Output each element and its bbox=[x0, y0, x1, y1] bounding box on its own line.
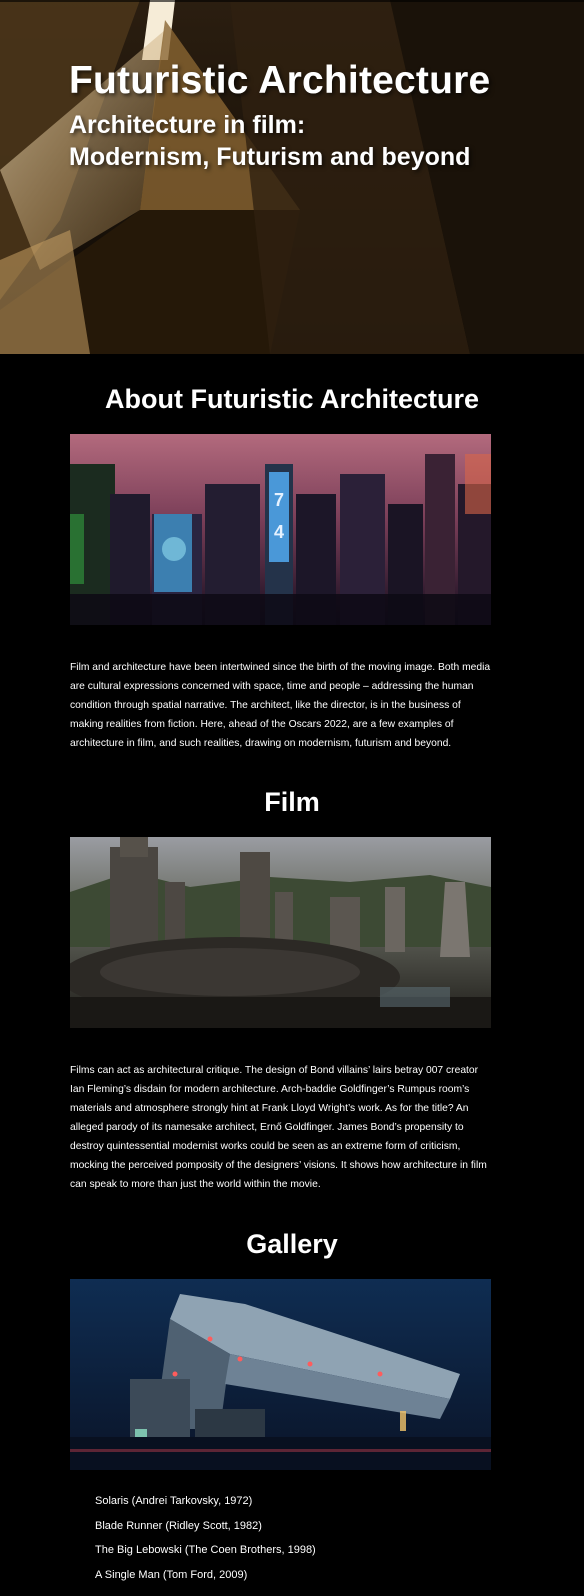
cyberpunk-city-image: 7 4 bbox=[70, 434, 491, 625]
about-heading: About Futuristic Architecture bbox=[104, 384, 480, 414]
hero-subtitle: Architecture in film: Modernism, Futuris… bbox=[69, 109, 470, 173]
hero-title: Futuristic Architecture bbox=[69, 59, 491, 102]
futuristic-landscape-city-image bbox=[70, 837, 491, 1028]
gallery-image bbox=[70, 1279, 491, 1470]
hero-subtitle-line2: Modernism, Futurism and beyond bbox=[69, 143, 471, 171]
gallery-heading: Gallery bbox=[246, 1229, 338, 1259]
about-image: 7 4 bbox=[70, 434, 491, 625]
film-heading: Film bbox=[264, 787, 320, 817]
film-paragraph: Films can act as architectural critique.… bbox=[70, 1065, 487, 1190]
list-item: The Big Lebowski (The Coen Brothers, 199… bbox=[95, 1544, 316, 1556]
hero-subtitle-line1: Architecture in film: bbox=[69, 111, 306, 139]
list-item: Solaris (Andrei Tarkovsky, 1972) bbox=[95, 1495, 253, 1507]
page: Futuristic Architecture Architecture in … bbox=[0, 0, 584, 1596]
night-building-image bbox=[70, 1279, 491, 1470]
hero-background-image bbox=[0, 0, 584, 354]
about-paragraph: Film and architecture have been intertwi… bbox=[70, 662, 491, 749]
gallery-film-list: Solaris (Andrei Tarkovsky, 1972) Blade R… bbox=[95, 1494, 316, 1592]
svg-text:7: 7 bbox=[274, 490, 284, 510]
hero-banner: Futuristic Architecture Architecture in … bbox=[0, 0, 584, 354]
list-item: Blade Runner (Ridley Scott, 1982) bbox=[95, 1519, 262, 1532]
film-image bbox=[70, 837, 491, 1028]
svg-text:4: 4 bbox=[274, 522, 284, 542]
list-item: A Single Man (Tom Ford, 2009) bbox=[95, 1568, 248, 1581]
